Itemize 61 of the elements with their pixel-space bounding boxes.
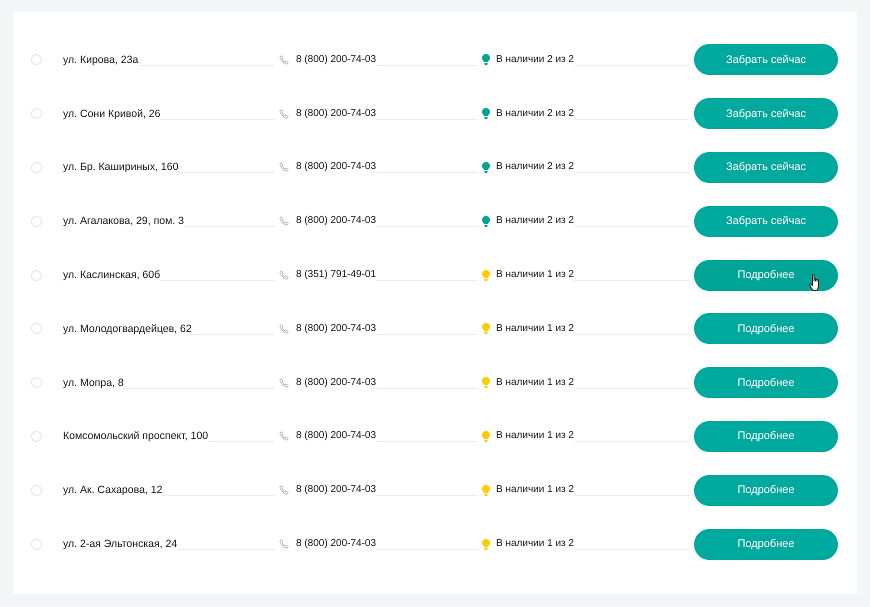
phone-number: 8 (800) 200-74-03 [296,537,376,552]
radio-button[interactable] [31,484,42,496]
store-address: ул. Сони Кривой, 26 [63,106,160,121]
store-address: ул. Каслинская, 60б [63,268,160,282]
store-address: ул. Бр. Кашириных, 160 [63,160,178,174]
availability-status: В наличии 1 из 2 [496,376,574,390]
pickup-button[interactable]: Забрать сейчас [694,98,838,130]
phone-number: 8 (351) 791-49-01 [296,268,376,282]
radio-button[interactable] [31,270,42,281]
store-address: ул. Агалакова, 29, пом. 3 [63,214,184,228]
phone-icon [279,162,289,172]
phone-number: 8 (800) 200-74-03 [296,52,376,67]
pickup-button[interactable]: Подробнее [694,260,838,291]
phone-icon [279,216,289,226]
store-address: ул. Молодогвардейцев, 62 [63,322,192,336]
hand-cursor-icon [809,274,822,291]
store-address: Комсомольский проспект, 100 [63,429,208,444]
radio-button[interactable] [31,430,42,442]
pickup-button[interactable]: Подробнее [694,528,838,560]
phone-icon [279,378,289,388]
availability-status: В наличии 1 из 2 [496,268,574,282]
phone-icon [279,108,289,119]
radio-button[interactable] [31,377,42,388]
phone-icon [279,485,289,496]
phone-number: 8 (800) 200-74-03 [296,483,376,498]
availability-status: В наличии 2 из 2 [496,214,574,228]
availability-status: В наличии 1 из 2 [496,322,574,336]
availability-status: В наличии 2 из 2 [496,160,574,174]
pickup-button[interactable]: Забрать сейчас [694,206,838,237]
phone-icon [279,431,289,442]
radio-button[interactable] [31,54,42,66]
phone-number: 8 (800) 200-74-03 [296,376,376,390]
availability-status: В наличии 1 из 2 [496,483,574,498]
radio-button[interactable] [31,108,42,120]
availability-status: В наличии 2 из 2 [496,52,574,67]
store-address: ул. Ак. Сахарова, 12 [63,483,162,498]
store-address: ул. Мопра, 8 [63,376,124,390]
phone-number: 8 (800) 200-74-03 [296,160,376,174]
pickup-button[interactable]: Подробнее [694,474,838,506]
availability-status: В наличии 2 из 2 [496,106,574,121]
store-address: ул. Кирова, 23а [63,52,138,67]
availability-status: В наличии 1 из 2 [496,537,574,552]
phone-number: 8 (800) 200-74-03 [296,322,376,336]
radio-button[interactable] [31,538,42,550]
phone-icon [279,54,289,65]
radio-button[interactable] [31,216,42,227]
phone-icon [279,539,289,550]
phone-icon [279,324,289,334]
radio-button[interactable] [31,323,42,334]
pickup-button[interactable]: Подробнее [694,420,838,452]
phone-number: 8 (800) 200-74-03 [296,429,376,444]
phone-icon [279,270,289,280]
availability-status: В наличии 1 из 2 [496,429,574,444]
pickup-button[interactable]: Подробнее [694,313,838,344]
pickup-button[interactable]: Забрать сейчас [694,44,838,76]
radio-button[interactable] [31,162,42,173]
phone-number: 8 (800) 200-74-03 [296,106,376,121]
phone-number: 8 (800) 200-74-03 [296,214,376,228]
pickup-button[interactable]: Забрать сейчас [694,152,838,183]
store-address: ул. 2-ая Эльтонская, 24 [63,537,178,552]
pickup-button[interactable]: Подробнее [694,367,838,398]
